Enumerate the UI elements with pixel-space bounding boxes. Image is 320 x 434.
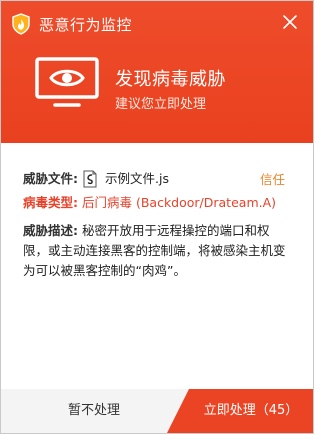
threat-title: 发现病毒威胁 xyxy=(115,69,226,90)
threat-file-label: 威胁文件: xyxy=(23,171,78,186)
virus-type-value: 后门病毒 (Backdoor/Drateam.A) xyxy=(81,195,277,210)
close-icon[interactable] xyxy=(281,13,299,31)
js-file-icon xyxy=(83,170,97,188)
virus-type-row: 病毒类型: 后门病毒 (Backdoor/Drateam.A) xyxy=(23,193,276,213)
threat-file-name: 示例文件.js xyxy=(105,171,169,186)
handle-now-label: 立即处理（45） xyxy=(203,403,299,418)
handle-now-button[interactable]: 立即处理（45） xyxy=(167,389,313,433)
monitor-eye-icon xyxy=(35,57,99,107)
threat-alert-window: 恶意行为监控 发现病毒威胁 建议您立即处理 威胁文件: 示例文件.js 信任 病… xyxy=(0,0,314,434)
trust-link[interactable]: 信任 xyxy=(260,169,285,188)
shield-flame-icon xyxy=(12,13,30,35)
ignore-button[interactable]: 暂不处理 xyxy=(1,389,187,433)
action-footer: 暂不处理 立即处理（45） xyxy=(1,389,313,433)
titlebar: 恶意行为监控 xyxy=(1,1,313,45)
threat-file-row: 威胁文件: 示例文件.js xyxy=(23,169,169,189)
threat-description: 威胁描述: 秘密开放用于远程操控的端口和权限，或主动连接黑客的控制端，将被感染主… xyxy=(23,221,293,281)
alert-header: 恶意行为监控 发现病毒威胁 建议您立即处理 xyxy=(1,1,313,143)
threat-description-label: 威胁描述: xyxy=(23,223,78,238)
app-title: 恶意行为监控 xyxy=(39,16,133,34)
virus-type-label: 病毒类型: xyxy=(23,195,78,210)
threat-subtitle: 建议您立即处理 xyxy=(115,97,207,112)
